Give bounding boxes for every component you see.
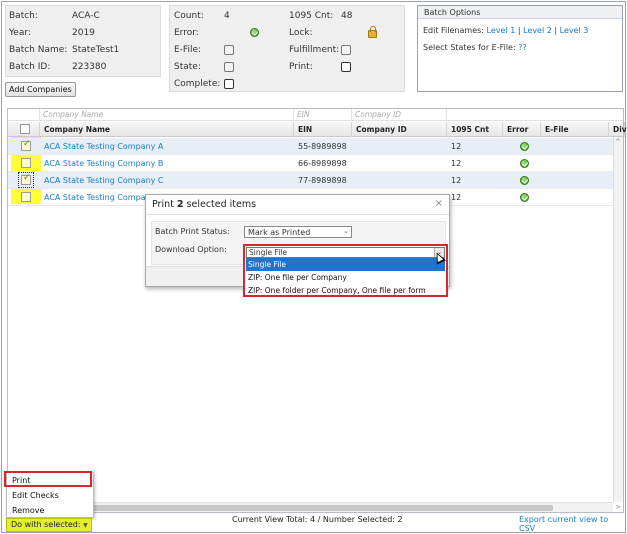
- ein-cell: 55-8989898: [298, 142, 347, 151]
- batch-options-title: Batch Options: [418, 6, 622, 19]
- state-checkbox[interactable]: [224, 59, 234, 75]
- download-option-single-file[interactable]: Single File: [246, 258, 445, 271]
- add-companies-button[interactable]: Add Companies: [5, 82, 76, 97]
- col-company-id[interactable]: Company ID: [352, 122, 447, 137]
- level-1-link[interactable]: Level 1: [487, 26, 516, 35]
- level-3-link[interactable]: Level 3: [560, 26, 589, 35]
- grid-header: Company Name EIN Company ID 1095 Cnt Err…: [8, 122, 627, 137]
- print-checkbox[interactable]: [341, 59, 351, 75]
- cnt1095-label: 1095 Cnt:: [289, 11, 334, 21]
- efile-checkbox[interactable]: [224, 42, 234, 58]
- chevron-down-icon: ⌄: [343, 227, 349, 235]
- table-row[interactable]: ACA State Testing Company B 66-8989898 1…: [8, 155, 623, 172]
- col-ein[interactable]: EIN: [294, 122, 352, 137]
- col-1095-cnt[interactable]: 1095 Cnt: [447, 122, 503, 137]
- fulfillment-checkbox[interactable]: [341, 42, 351, 58]
- year-value: 2019: [72, 28, 95, 38]
- company-id-filter-input[interactable]: Company ID: [352, 109, 447, 121]
- ein-cell: 66-8989898: [298, 159, 347, 168]
- count-cell: 12: [451, 142, 462, 151]
- error-ok-icon: [516, 142, 529, 152]
- batch-options-panel: Batch Options Edit Filenames: Level 1 | …: [417, 5, 623, 92]
- download-option-zip-company[interactable]: ZIP: One file per Company: [246, 271, 445, 284]
- error-ok-icon: [250, 28, 259, 40]
- download-option-select[interactable]: Single File ⌄: [246, 247, 445, 258]
- error-ok-icon: [516, 176, 529, 186]
- chevron-down-icon: ▼: [83, 522, 88, 529]
- fulfillment-label: Fulfillment:: [289, 45, 340, 55]
- error-ok-icon: [516, 159, 529, 169]
- row-checkbox[interactable]: [21, 158, 31, 168]
- menu-item-remove[interactable]: Remove: [7, 504, 93, 518]
- download-option-zip-folder[interactable]: ZIP: One folder per Company, One file pe…: [246, 284, 445, 297]
- count-value: 4: [224, 11, 230, 21]
- col-div[interactable]: Div: [609, 122, 627, 137]
- vertical-scrollbar[interactable]: ^: [613, 137, 623, 502]
- company-filter-input[interactable]: Company Name: [40, 109, 294, 121]
- error-label: Error:: [174, 28, 199, 38]
- download-option-label: Download Option:: [155, 245, 227, 254]
- col-company-name[interactable]: Company Name: [40, 122, 294, 137]
- batch-status-panel: Count: 4 1095 Cnt: 48 Error: Lock: E-Fil…: [169, 5, 405, 92]
- edit-filenames-label: Edit Filenames:: [423, 26, 484, 35]
- count-cell: 12: [451, 193, 462, 202]
- horizontal-scroll-thumb[interactable]: [16, 505, 553, 511]
- batch-value: ACA-C: [72, 11, 100, 21]
- col-error[interactable]: Error: [503, 122, 541, 137]
- dialog-title: Print 2 selected items: [146, 195, 449, 215]
- batch-name-value: StateTest1: [72, 45, 120, 55]
- app-frame: Batch: ACA-C Year: 2019 Batch Name: Stat…: [1, 1, 627, 533]
- complete-label: Complete:: [174, 79, 221, 89]
- filter-row: Company Name EIN Company ID: [8, 109, 623, 121]
- count-cell: 12: [451, 176, 462, 185]
- menu-item-edit-checks[interactable]: Edit Checks: [7, 489, 93, 503]
- col-efile[interactable]: E-File: [541, 122, 609, 137]
- batch-info-panel: Batch: ACA-C Year: 2019 Batch Name: Stat…: [5, 5, 161, 77]
- batch-print-status-select[interactable]: Mark as Printed ⌄: [244, 226, 352, 238]
- batch-id-value: 223380: [72, 62, 107, 72]
- efile-label: E-File:: [174, 45, 202, 55]
- company-name-link[interactable]: ACA State Testing Company A: [40, 138, 294, 155]
- table-row[interactable]: ACA State Testing Company A 55-8989898 1…: [8, 138, 623, 155]
- table-row[interactable]: ACA State Testing Company C 77-8989898 1…: [8, 172, 623, 189]
- batch-id-label: Batch ID:: [9, 62, 51, 72]
- selection-status: Current View Total: 4 / Number Selected:…: [232, 515, 403, 524]
- row-checkbox[interactable]: [18, 172, 34, 188]
- count-cell: 12: [451, 159, 462, 168]
- do-with-selected-button[interactable]: Do with selected: ▼: [6, 518, 92, 532]
- companies-grid: Company Name EIN Company ID Company Name…: [7, 108, 627, 513]
- scroll-up-icon[interactable]: ^: [615, 138, 621, 146]
- level-2-link[interactable]: Level 2: [523, 26, 552, 35]
- complete-checkbox[interactable]: [224, 76, 234, 92]
- lock-label: Lock:: [289, 28, 313, 38]
- print-label: Print:: [289, 62, 313, 72]
- cnt1095-value: 48: [341, 11, 353, 21]
- ein-filter-input[interactable]: EIN: [294, 109, 352, 121]
- download-option-dropdown[interactable]: Single File ⌄ Single File ZIP: One file …: [243, 244, 448, 297]
- lock-icon[interactable]: [368, 26, 377, 40]
- batch-label: Batch:: [9, 11, 38, 21]
- error-ok-icon: [516, 193, 529, 203]
- scroll-right-icon[interactable]: >: [615, 503, 621, 511]
- row-checkbox[interactable]: [21, 192, 31, 202]
- company-name-link[interactable]: ACA State Testing Company B: [40, 155, 294, 172]
- export-csv-link[interactable]: Export current view to CSV: [519, 515, 625, 533]
- state-label: State:: [174, 62, 201, 72]
- ein-cell: 77-8989898: [298, 176, 347, 185]
- batch-print-status-label: Batch Print Status:: [155, 227, 230, 236]
- batch-name-label: Batch Name:: [9, 45, 68, 55]
- select-states-link[interactable]: ??: [518, 43, 527, 52]
- company-name-link[interactable]: ACA State Testing Company C: [40, 172, 294, 189]
- select-states-label: Select States for E-File:: [423, 43, 516, 52]
- year-label: Year:: [9, 28, 31, 38]
- select-all-checkbox[interactable]: [20, 124, 30, 134]
- horizontal-scrollbar[interactable]: >: [8, 502, 621, 512]
- print-highlight-outline: [4, 471, 92, 487]
- count-label: Count:: [174, 11, 204, 21]
- row-checkbox[interactable]: [21, 139, 31, 151]
- close-icon[interactable]: ×: [435, 198, 443, 209]
